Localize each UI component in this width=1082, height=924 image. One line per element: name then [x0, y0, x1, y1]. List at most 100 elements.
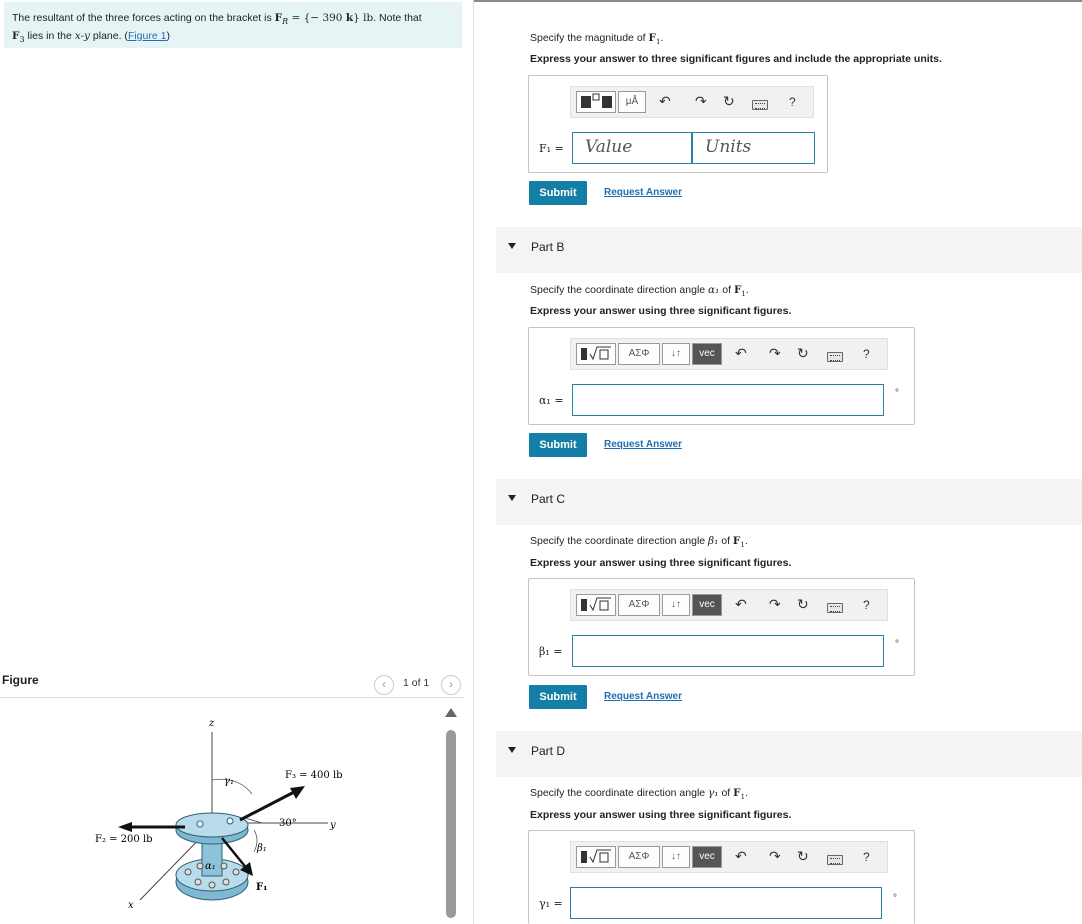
help-icon[interactable]: ? — [789, 95, 796, 109]
partc-toolbar: ΑΣΦ ↓↑ vec ↶ ↷ ↻ ? — [570, 589, 888, 621]
parta-answer-box: μÅ ↶ ↷ ↻ ? F₁ = Value Units — [528, 75, 828, 173]
help-icon[interactable]: ? — [863, 347, 870, 361]
sqrt-template-icon — [581, 346, 611, 361]
collapse-arrow-icon[interactable] — [508, 747, 516, 753]
partc-request-answer-link[interactable]: Request Answer — [604, 691, 682, 702]
greek-button[interactable]: ΑΣΦ — [618, 846, 660, 868]
keyboard-icon[interactable] — [752, 100, 768, 110]
figure-scrollbar[interactable] — [445, 708, 457, 924]
units-input[interactable]: Units — [692, 132, 815, 164]
problem-text: . Note that — [373, 12, 422, 24]
plane-var: x-y — [74, 30, 90, 43]
reset-icon[interactable]: ↻ — [723, 93, 735, 110]
sqrt-template-button[interactable] — [576, 594, 616, 616]
arrows-button[interactable]: ↓↑ — [662, 846, 690, 868]
undo-icon[interactable]: ↶ — [659, 93, 671, 110]
partb-request-answer-link[interactable]: Request Answer — [604, 439, 682, 450]
figure-next-button[interactable]: › — [441, 675, 461, 695]
redo-icon[interactable]: ↷ — [769, 345, 781, 362]
beta1-input[interactable] — [572, 635, 884, 667]
keyboard-icon[interactable] — [827, 352, 843, 362]
gamma1-input[interactable] — [570, 887, 882, 919]
parta-request-answer-link[interactable]: Request Answer — [604, 187, 682, 198]
undo-icon[interactable]: ↶ — [735, 596, 747, 613]
problem-text: The resultant of the three forces acting… — [12, 12, 275, 24]
collapse-arrow-icon[interactable] — [508, 495, 516, 501]
parta-prompt: Specify the magnitude of F1. — [530, 32, 664, 47]
figure-prev-button[interactable]: ‹ — [374, 675, 394, 695]
beta1-label: β₁ — [256, 843, 267, 854]
f2-label: F₂ = 200 lb — [95, 834, 153, 845]
sqrt-template-button[interactable] — [576, 846, 616, 868]
collapse-arrow-icon[interactable] — [508, 243, 516, 249]
sqrt-template-icon — [581, 597, 611, 612]
partb-toolbar: ΑΣΦ ↓↑ vec ↶ ↷ ↻ ? — [570, 338, 888, 370]
alpha1-input[interactable] — [572, 384, 884, 416]
partc-instruction: Express your answer using three signific… — [530, 557, 792, 569]
partb-var-label: α₁ = — [539, 394, 564, 407]
angle-30-label: 30° — [279, 818, 297, 829]
x-axis-label: x — [128, 900, 134, 911]
partc-answer-box: ΑΣΦ ↓↑ vec ↶ ↷ ↻ ? β₁ = ° — [528, 578, 915, 676]
reset-icon[interactable]: ↻ — [797, 848, 809, 865]
partc-title: Part C — [531, 492, 566, 506]
partd-answer-box: ΑΣΦ ↓↑ vec ↶ ↷ ↻ ? γ₁ = ° — [528, 830, 915, 924]
template-button[interactable] — [576, 91, 616, 113]
fr-unit: } lb — [353, 12, 374, 24]
help-icon[interactable]: ? — [863, 598, 870, 612]
sqrt-template-button[interactable] — [576, 343, 616, 365]
value-input[interactable]: Value — [572, 132, 692, 164]
arrows-button[interactable]: ↓↑ — [662, 343, 690, 365]
redo-icon[interactable]: ↷ — [769, 848, 781, 865]
partc-submit-button[interactable]: Submit — [529, 685, 587, 709]
help-icon[interactable]: ? — [863, 850, 870, 864]
degree-symbol: ° — [895, 388, 899, 399]
bracket-plate-top — [175, 812, 249, 838]
gamma1-label: γ₁ — [224, 776, 234, 787]
partd-instruction: Express your answer using three signific… — [530, 809, 792, 821]
f1-label: F₁ — [256, 882, 267, 893]
partc-prompt: Specify the coordinate direction angle β… — [530, 535, 748, 550]
problem-text: lies in the — [24, 30, 75, 43]
figure-header: Figure ‹ 1 of 1 › — [0, 668, 464, 698]
problem-text: plane. ( — [89, 30, 128, 43]
partc-header[interactable]: Part C — [496, 479, 1082, 525]
reset-icon[interactable]: ↻ — [797, 596, 809, 613]
template-icon — [581, 93, 612, 108]
partb-title: Part B — [531, 240, 565, 254]
units-button[interactable]: μÅ — [618, 91, 646, 113]
undo-icon[interactable]: ↶ — [735, 345, 747, 362]
vec-button[interactable]: vec — [692, 594, 722, 616]
partc-var-label: β₁ = — [539, 645, 563, 658]
partd-title: Part D — [531, 744, 566, 758]
undo-icon[interactable]: ↶ — [735, 848, 747, 865]
degree-symbol: ° — [893, 893, 897, 904]
greek-button[interactable]: ΑΣΦ — [618, 594, 660, 616]
vec-button[interactable]: vec — [692, 846, 722, 868]
redo-icon[interactable]: ↷ — [695, 93, 707, 110]
arrows-button[interactable]: ↓↑ — [662, 594, 690, 616]
greek-button[interactable]: ΑΣΦ — [618, 343, 660, 365]
partb-submit-button[interactable]: Submit — [529, 433, 587, 457]
bracket-figure: z y x F₂ = 200 lb F₃ = 400 lb 30° F₁ γ₁ … — [95, 718, 343, 911]
partd-var-label: γ₁ = — [539, 897, 563, 910]
redo-icon[interactable]: ↷ — [769, 596, 781, 613]
scroll-thumb[interactable] — [446, 730, 456, 918]
parta-var-label: F₁ = — [539, 142, 564, 155]
partb-prompt: Specify the coordinate direction angle α… — [530, 284, 749, 299]
problem-statement: The resultant of the three forces acting… — [4, 2, 462, 48]
partb-instruction: Express your answer using three signific… — [530, 305, 792, 317]
vec-button[interactable]: vec — [692, 343, 722, 365]
partb-header[interactable]: Part B — [496, 227, 1082, 273]
z-axis-label: z — [208, 718, 215, 729]
figure-title: Figure — [2, 673, 39, 687]
figure-link[interactable]: Figure 1 — [128, 30, 167, 42]
figure-counter: 1 of 1 — [403, 677, 430, 689]
degree-symbol: ° — [895, 639, 899, 650]
parta-submit-button[interactable]: Submit — [529, 181, 587, 205]
keyboard-icon[interactable] — [827, 603, 843, 613]
partd-header[interactable]: Part D — [496, 731, 1082, 777]
keyboard-icon[interactable] — [827, 855, 843, 865]
scroll-up-arrow-icon[interactable] — [445, 708, 457, 717]
reset-icon[interactable]: ↻ — [797, 345, 809, 362]
